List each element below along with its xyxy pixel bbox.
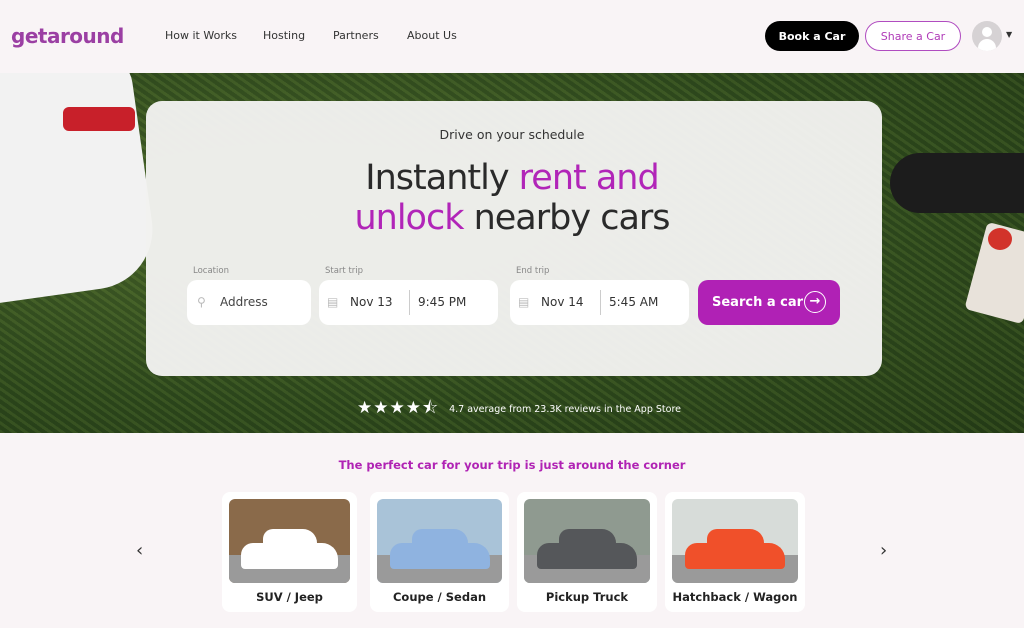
category-label: Coupe / Sedan bbox=[392, 590, 487, 604]
location-label: Location bbox=[193, 266, 229, 276]
hero-headline: Instantly rent and unlock nearby cars bbox=[354, 158, 670, 238]
share-a-car-button[interactable]: Share a Car bbox=[865, 21, 961, 51]
category-card[interactable]: Coupe / Sedan bbox=[370, 492, 509, 612]
nav-partners[interactable]: Partners bbox=[333, 29, 379, 42]
calendar-icon: ▤ bbox=[518, 295, 530, 309]
search-card bbox=[146, 101, 882, 376]
start-time[interactable]: 9:45 PM bbox=[418, 295, 466, 309]
car-photo bbox=[229, 499, 350, 583]
category-label: Pickup Truck bbox=[545, 590, 629, 604]
avatar[interactable] bbox=[972, 21, 1002, 51]
nav-hosting[interactable]: Hosting bbox=[263, 29, 305, 42]
end-trip-label: End trip bbox=[516, 266, 550, 276]
start-trip-label: Start trip bbox=[325, 266, 364, 276]
search-a-car-button[interactable]: Search a car → bbox=[698, 280, 840, 325]
category-label: Hatchback / Wagon bbox=[672, 590, 798, 604]
star-rating-icons: ★★★★⯪ bbox=[357, 398, 440, 418]
carousel-prev-icon[interactable]: ‹ bbox=[136, 540, 143, 561]
end-trip-input[interactable]: ▤ Nov 14 5:45 AM bbox=[510, 280, 689, 325]
arrow-right-icon: → bbox=[804, 291, 826, 313]
logo[interactable]: getaround bbox=[11, 24, 124, 48]
car-photo bbox=[524, 499, 650, 583]
calendar-icon: ▤ bbox=[327, 295, 339, 309]
category-card[interactable]: Pickup Truck bbox=[517, 492, 657, 612]
location-input[interactable]: ⚲ Address bbox=[187, 280, 311, 325]
end-date[interactable]: Nov 14 bbox=[541, 295, 584, 309]
book-a-car-button[interactable]: Book a Car bbox=[765, 21, 859, 51]
start-date[interactable]: Nov 13 bbox=[350, 295, 393, 309]
hero-kicker: Drive on your schedule bbox=[439, 127, 585, 142]
chevron-down-icon[interactable]: ▼ bbox=[1006, 30, 1012, 39]
location-pin-icon: ⚲ bbox=[197, 295, 206, 309]
category-card[interactable]: Hatchback / Wagon bbox=[665, 492, 805, 612]
nav-about-us[interactable]: About Us bbox=[407, 29, 457, 42]
header: getaround How it Works Hosting Partners … bbox=[0, 0, 1024, 73]
end-time[interactable]: 5:45 AM bbox=[609, 295, 658, 309]
start-trip-input[interactable]: ▤ Nov 13 9:45 PM bbox=[319, 280, 498, 325]
category-card[interactable]: SUV / Jeep bbox=[222, 492, 357, 612]
category-label: SUV / Jeep bbox=[256, 590, 323, 604]
carousel-next-icon[interactable]: › bbox=[880, 540, 887, 561]
app-rating: ★★★★⯪ 4.7 average from 23.3K reviews in … bbox=[357, 395, 681, 424]
nav-how-it-works[interactable]: How it Works bbox=[165, 29, 237, 42]
car-photo bbox=[377, 499, 502, 583]
car-photo bbox=[672, 499, 798, 583]
categories-tagline: The perfect car for your trip is just ar… bbox=[338, 458, 686, 472]
